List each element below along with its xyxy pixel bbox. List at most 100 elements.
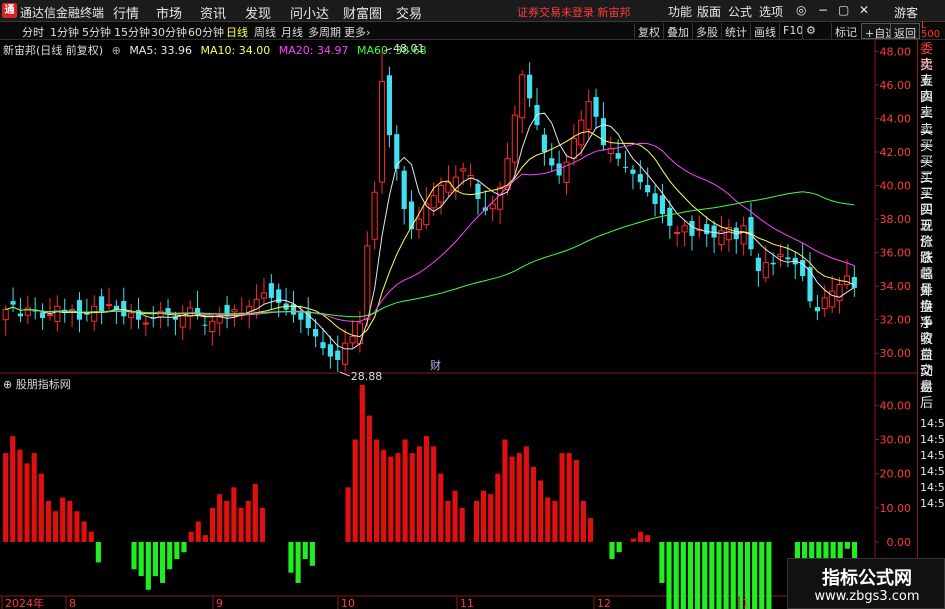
bar-positive (452, 490, 458, 542)
bar-positive (530, 466, 537, 542)
bar-positive (416, 446, 422, 542)
app-title: 通达信金融终端 (20, 6, 105, 20)
candle-up (585, 101, 592, 130)
bar-positive (217, 494, 223, 542)
bar-positive (552, 500, 558, 542)
period-toolbar: 分时 1分钟 5分钟 15分钟 30分钟 60分钟 日线 周线 月线 多周期 更… (0, 22, 945, 40)
menu-bar: 通 通达信金融终端 行情 市场 资讯 发现 问小达 财富圈 交易 证券交易未登录… (0, 0, 945, 22)
user-icon[interactable]: ◎ (796, 3, 806, 17)
period-multi[interactable]: 多周期 (308, 24, 341, 40)
adjust-button[interactable]: 复权 (634, 23, 663, 39)
period-60min[interactable]: 60分钟 (188, 24, 224, 40)
candle-up (187, 307, 194, 317)
bar-positive (637, 531, 644, 542)
filter-icon[interactable]: ⚙ (802, 23, 819, 39)
candle-down (268, 283, 274, 298)
candle-down (10, 301, 16, 305)
candle-up (829, 290, 836, 308)
low-price-label: 28.88 (351, 370, 383, 383)
guest-label[interactable]: 游客 (894, 4, 918, 21)
bar-negative (716, 541, 722, 609)
period-1min[interactable]: 1分钟 (50, 24, 79, 40)
period-5min[interactable]: 5分钟 (82, 24, 111, 40)
bar-positive (566, 453, 572, 542)
candle-down (313, 329, 319, 337)
draw-line-button[interactable]: 画线 (750, 23, 779, 39)
bar-positive (438, 473, 444, 542)
bar-positive (423, 436, 430, 542)
bar-positive (195, 521, 201, 542)
bar-positive (374, 439, 380, 542)
bar-negative (687, 541, 694, 609)
bar-positive (88, 531, 94, 542)
close-icon[interactable]: ✕ (859, 3, 869, 17)
chart-area[interactable]: 30.00 32.00 34.00 36.00 38.00 40.00 42.00 44.00… (0, 40, 917, 609)
watermark-title: 指标公式网 (822, 568, 912, 589)
menu-discover[interactable]: 发现 (245, 3, 271, 22)
indicator-tick-label: 20.00 (880, 468, 912, 481)
mark-button[interactable]: 标记 (831, 23, 860, 39)
candlesticks (2, 51, 857, 373)
back-button[interactable]: 返回 (890, 23, 920, 40)
bar-positive (559, 453, 565, 542)
app-logo-icon: 通 (2, 3, 17, 18)
menu-options[interactable]: 选项 (759, 3, 783, 20)
statistics-button[interactable]: 统计 (721, 23, 750, 39)
menu-trade[interactable]: 交易 (396, 3, 422, 22)
restore-icon[interactable]: ▢ (838, 3, 849, 17)
candle-up (378, 81, 386, 183)
candle-up (105, 304, 113, 307)
period-more[interactable]: 更多› (344, 24, 370, 40)
menu-ask-xiaoda[interactable]: 问小达 (290, 3, 329, 22)
bar-negative (695, 541, 701, 609)
menu-functions[interactable]: 功能 (668, 3, 692, 20)
bar-negative (766, 541, 772, 609)
multi-stock-button[interactable]: 多股 (692, 23, 721, 39)
candle-down (770, 262, 776, 265)
overlay-button[interactable]: 叠加 (663, 23, 692, 39)
candle-up (843, 275, 851, 285)
bar-positive (252, 483, 258, 542)
menu-news[interactable]: 资讯 (200, 3, 226, 22)
bar-positive (17, 449, 23, 542)
menu-formula[interactable]: 公式 (728, 3, 752, 20)
candle-down (807, 267, 813, 302)
date-label: 11 (460, 597, 474, 609)
quote-side-panel: 委比 卖五 卖四 卖三 卖二 卖一 买一 买二 买三 买四 买五 现价 涨跌 涨幅 总量 外盘 换手 净资 收益 自动… (917, 40, 945, 609)
candle-up (342, 342, 349, 365)
candle-down (704, 224, 710, 235)
bar-positive (202, 535, 208, 542)
period-intraday[interactable]: 分时 (22, 24, 44, 40)
menu-layout[interactable]: 版面 (697, 3, 721, 20)
price-tick-label: 42.00 (880, 146, 912, 159)
bar-positive (545, 497, 551, 542)
candle-up (356, 322, 363, 345)
period-15min[interactable]: 15分钟 (114, 24, 150, 40)
candle-up (91, 305, 98, 322)
minimize-icon[interactable]: − (818, 3, 828, 17)
candle-down (549, 158, 555, 166)
side-time: 14:56 (920, 497, 945, 510)
candle-up (437, 185, 445, 203)
menu-quotes[interactable]: 行情 (113, 3, 139, 22)
side-label: 盘后 (920, 380, 934, 412)
candle-up (740, 225, 747, 245)
period-monthly[interactable]: 月线 (281, 24, 303, 40)
bar-positive (481, 490, 487, 542)
candle-down (202, 324, 208, 326)
bar-negative (95, 541, 101, 563)
bar-positive (38, 473, 44, 542)
candle-up (674, 231, 681, 234)
period-more-label: 更多 (344, 26, 366, 39)
menu-market[interactable]: 市场 (156, 3, 182, 22)
period-30min[interactable]: 30分钟 (151, 24, 187, 40)
bar-positive (588, 518, 594, 542)
period-daily[interactable]: 日线 (226, 24, 248, 40)
menu-wealth-circle[interactable]: 财富圈 (343, 3, 382, 22)
side-time: 14:56 (920, 433, 945, 446)
candle-down (667, 207, 673, 226)
candle-down (652, 193, 658, 204)
date-label: 9 (216, 597, 223, 609)
period-weekly[interactable]: 周线 (254, 24, 276, 40)
candle-down (40, 312, 46, 319)
